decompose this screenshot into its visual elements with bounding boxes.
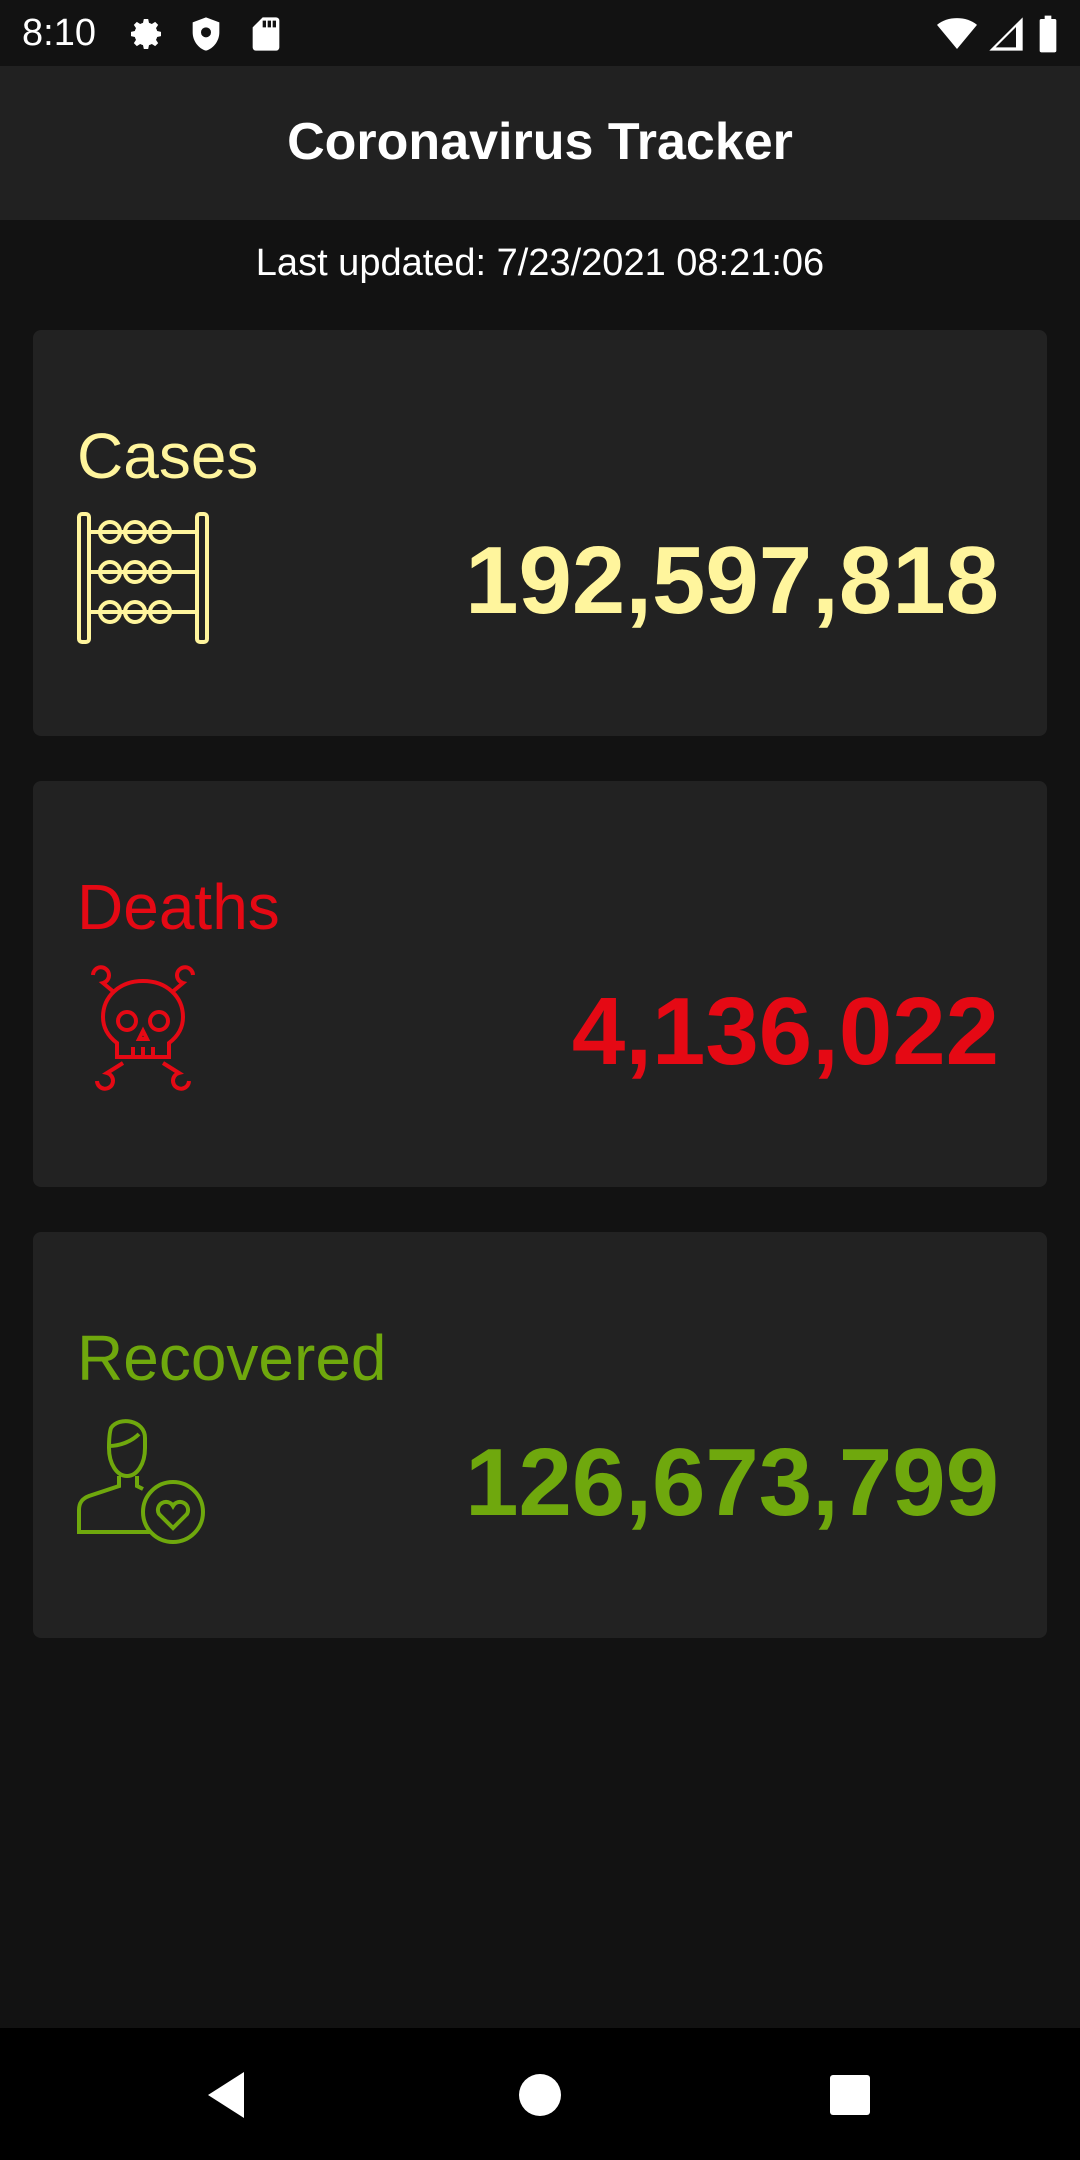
recovered-label: Recovered: [77, 1322, 387, 1394]
app-bar: Coronavirus Tracker: [0, 66, 1080, 220]
sd-card-icon: [246, 14, 288, 54]
cell-signal-icon: [986, 14, 1028, 54]
status-time: 8:10: [22, 12, 96, 54]
battery-icon: [1036, 14, 1062, 54]
app-title: Coronavirus Tracker: [287, 113, 793, 171]
cases-label: Cases: [77, 420, 259, 492]
cases-card: Cases 192,597,818: [33, 330, 1047, 736]
abacus-icon: [75, 510, 211, 646]
navigation-bar: [0, 2028, 1080, 2160]
deaths-value: 4,136,022: [571, 978, 999, 1085]
status-icons-left: [126, 14, 288, 54]
home-icon[interactable]: [502, 2056, 578, 2132]
wifi-icon: [936, 14, 978, 54]
skull-crossbones-icon: [75, 961, 211, 1097]
back-icon[interactable]: [188, 2056, 264, 2132]
status-bar: 8:10: [0, 0, 1080, 66]
recovered-value: 126,673,799: [465, 1429, 999, 1536]
deaths-card: Deaths 4,136,022: [33, 781, 1047, 1187]
status-icons-right: [936, 14, 1062, 54]
recents-icon[interactable]: [812, 2056, 888, 2132]
recovered-card: Recovered 126,673,799: [33, 1232, 1047, 1638]
person-heart-icon: [75, 1412, 211, 1548]
shield-icon: [186, 14, 228, 54]
deaths-label: Deaths: [77, 871, 280, 943]
gear-icon: [126, 14, 168, 54]
last-updated-text: Last updated: 7/23/2021 08:21:06: [255, 242, 825, 284]
cases-value: 192,597,818: [465, 527, 999, 634]
